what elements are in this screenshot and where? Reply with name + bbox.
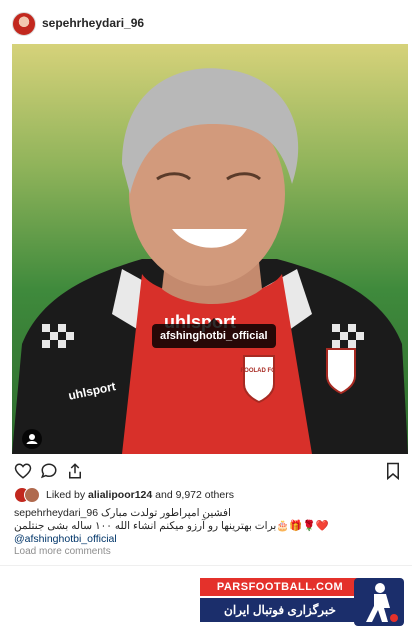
load-more-comments[interactable]: Load more comments bbox=[14, 546, 111, 557]
banner-bottom-text: خبرگزاری فوتبال ایران bbox=[200, 598, 360, 622]
badge-text: FOOLAD FC bbox=[240, 368, 276, 374]
heart-icon[interactable] bbox=[14, 462, 32, 480]
bookmark-icon[interactable] bbox=[384, 462, 402, 481]
action-bar bbox=[0, 456, 412, 484]
caption: sepehrheydari_96 افشین امپراطور تولدت مب… bbox=[14, 507, 404, 546]
post-username[interactable]: sepehrheydari_96 bbox=[42, 16, 144, 30]
share-icon[interactable] bbox=[66, 462, 84, 480]
banner-top-text: PARSFOOTBALL.COM bbox=[200, 578, 360, 596]
avatar[interactable] bbox=[24, 487, 40, 503]
caption-mention[interactable]: @afshinghotbi_official bbox=[14, 533, 404, 546]
parsfootball-banner[interactable]: PARSFOOTBALL.COM خبرگزاری فوتبال ایران bbox=[200, 578, 404, 628]
likes-row: Liked by alialipoor124 and 9,972 others bbox=[14, 485, 404, 505]
tag-user-icon[interactable] bbox=[22, 429, 42, 449]
post-header: sepehrheydari_96 bbox=[0, 0, 412, 44]
likes-suffix[interactable]: and 9,972 others bbox=[152, 489, 234, 501]
post-photo[interactable]: uhlsport uhlsport FOOLAD FC afshinghotbi… bbox=[12, 44, 408, 454]
liker-username[interactable]: alialipoor124 bbox=[88, 489, 152, 501]
caption-line-1: افشین امپراطور تولدت مبارک bbox=[100, 507, 231, 519]
photo-tag[interactable]: afshinghotbi_official bbox=[152, 318, 276, 348]
photo-tag-label: afshinghotbi_official bbox=[160, 330, 268, 342]
comment-icon[interactable] bbox=[40, 462, 58, 480]
banner-logo bbox=[354, 578, 404, 626]
likes-prefix: Liked by bbox=[46, 489, 89, 501]
caption-username[interactable]: sepehrheydari_96 bbox=[14, 507, 98, 519]
avatar[interactable] bbox=[12, 12, 36, 36]
post-card: sepehrheydari_96 uhlsport uhlsport FOOLA… bbox=[0, 0, 412, 566]
caption-line-2: ❤️🌹🎁🎂برات بهترینها رو آرزو میکنم انشاء ا… bbox=[14, 520, 329, 532]
liker-avatars bbox=[14, 487, 42, 503]
